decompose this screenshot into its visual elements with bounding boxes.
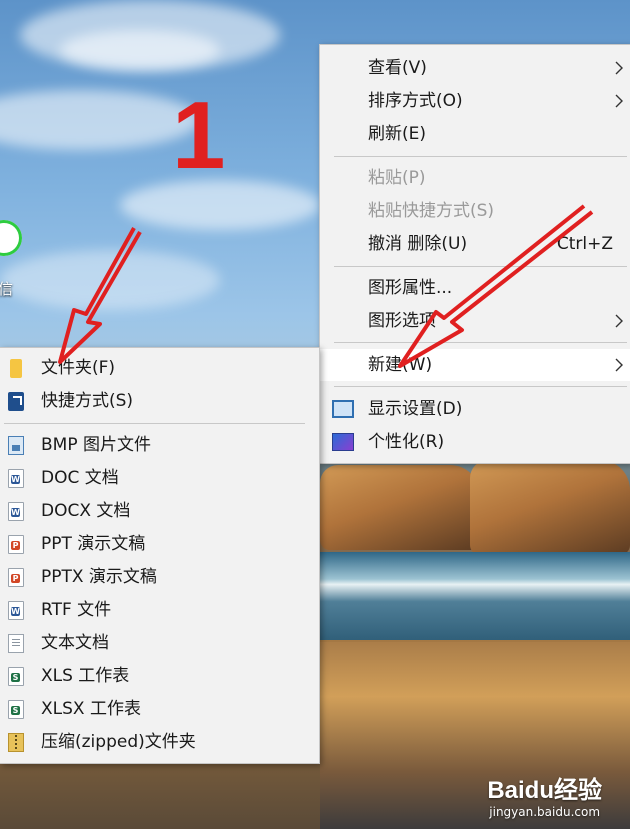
watermark-brand: Baidu经验 [487, 777, 602, 804]
menu-item-label: 查看(V) [368, 58, 427, 78]
menu-item-shortcut: Ctrl+Z [556, 234, 613, 254]
menu-item-graphics-options[interactable]: 图形选项 [320, 305, 630, 337]
chevron-right-icon [615, 358, 623, 372]
ppt-icon: P [8, 535, 24, 554]
menu-item-label: 图形选项 [368, 311, 436, 331]
submenu-item-xlsx[interactable]: S XLSX 工作表 [0, 693, 319, 725]
icon-letter: P [11, 574, 20, 583]
menu-item-graphics-properties[interactable]: 图形属性... [320, 272, 630, 304]
icon-letter: W [11, 508, 20, 517]
menu-item-paste: 粘贴(P) [320, 162, 630, 194]
menu-separator [4, 423, 305, 424]
submenu-item-xls[interactable]: S XLS 工作表 [0, 660, 319, 692]
wechat-icon-label: 信 [0, 280, 14, 298]
menu-item-label: 显示设置(D) [368, 399, 463, 419]
submenu-item-label: XLSX 工作表 [41, 699, 141, 719]
icon-letter: W [11, 607, 20, 616]
menu-item-sort-by[interactable]: 排序方式(O) [320, 85, 630, 117]
submenu-item-label: PPTX 演示文稿 [41, 567, 157, 587]
submenu-item-text[interactable]: 文本文档 [0, 627, 319, 659]
pptx-icon: P [8, 568, 24, 587]
icon-letter: W [11, 475, 20, 484]
submenu-item-zip[interactable]: 压缩(zipped)文件夹 [0, 726, 319, 758]
xlsx-icon: S [8, 700, 24, 719]
submenu-item-shortcut[interactable]: 快捷方式(S) [0, 385, 319, 417]
icon-letter: S [11, 673, 20, 682]
new-submenu: 文件夹(F) 快捷方式(S) BMP 图片文件 W DOC 文档 W DOCX … [0, 347, 320, 764]
menu-separator [334, 266, 627, 267]
shortcut-icon [8, 392, 24, 411]
watermark-url: jingyan.baidu.com [489, 805, 601, 819]
baidu-jingyan-watermark: Baidu经验 jingyan.baidu.com [487, 770, 602, 819]
submenu-item-label: 压缩(zipped)文件夹 [41, 732, 196, 752]
submenu-item-rtf[interactable]: W RTF 文件 [0, 594, 319, 626]
rtf-icon: W [8, 601, 24, 620]
submenu-item-ppt[interactable]: P PPT 演示文稿 [0, 528, 319, 560]
menu-item-undo-delete[interactable]: 撤消 删除(U) Ctrl+Z [320, 228, 630, 260]
chevron-right-icon [615, 94, 623, 108]
icon-letter: P [11, 541, 20, 550]
word-doc-icon: W [8, 469, 24, 488]
submenu-item-label: 快捷方式(S) [41, 391, 134, 411]
bmp-file-icon [8, 436, 24, 455]
menu-separator [334, 156, 627, 157]
menu-item-view[interactable]: 查看(V) [320, 52, 630, 84]
desktop-context-menu: 查看(V) 排序方式(O) 刷新(E) 粘贴(P) 粘贴快捷方式(S) 撤消 删… [319, 44, 630, 464]
zip-folder-icon [8, 733, 24, 752]
step-number-annotation: 1 [172, 82, 226, 189]
icon-letter: S [11, 706, 20, 715]
folder-icon [10, 359, 22, 378]
submenu-item-label: DOCX 文档 [41, 501, 131, 521]
menu-separator [334, 386, 627, 387]
submenu-item-docx[interactable]: W DOCX 文档 [0, 495, 319, 527]
submenu-item-label: RTF 文件 [41, 600, 112, 620]
display-icon [332, 400, 354, 418]
submenu-item-pptx[interactable]: P PPTX 演示文稿 [0, 561, 319, 593]
menu-item-display-settings[interactable]: 显示设置(D) [320, 393, 630, 425]
chevron-right-icon [615, 61, 623, 75]
word-docx-icon: W [8, 502, 24, 521]
menu-item-label: 刷新(E) [368, 124, 427, 144]
menu-item-paste-shortcut: 粘贴快捷方式(S) [320, 195, 630, 227]
menu-separator [334, 342, 627, 343]
menu-item-refresh[interactable]: 刷新(E) [320, 118, 630, 150]
menu-item-label: 粘贴快捷方式(S) [368, 201, 495, 221]
menu-item-personalize[interactable]: 个性化(R) [320, 426, 630, 458]
submenu-item-doc[interactable]: W DOC 文档 [0, 462, 319, 494]
menu-item-label: 排序方式(O) [368, 91, 463, 111]
submenu-item-folder[interactable]: 文件夹(F) [0, 352, 319, 384]
menu-item-label: 新建(W) [368, 355, 433, 375]
submenu-item-bmp[interactable]: BMP 图片文件 [0, 429, 319, 461]
personalize-icon [332, 433, 354, 451]
submenu-item-label: BMP 图片文件 [41, 435, 151, 455]
menu-item-label: 撤消 删除(U) [368, 234, 468, 254]
xls-icon: S [8, 667, 24, 686]
submenu-item-label: 文本文档 [41, 633, 109, 653]
submenu-item-label: 文件夹(F) [41, 358, 116, 378]
submenu-item-label: XLS 工作表 [41, 666, 130, 686]
menu-item-label: 个性化(R) [368, 432, 445, 452]
submenu-item-label: PPT 演示文稿 [41, 534, 146, 554]
submenu-item-label: DOC 文档 [41, 468, 119, 488]
menu-item-label: 图形属性... [368, 278, 453, 298]
text-file-icon [8, 634, 24, 653]
menu-item-new[interactable]: 新建(W) [320, 349, 630, 381]
chevron-right-icon [615, 314, 623, 328]
menu-item-label: 粘贴(P) [368, 168, 426, 188]
